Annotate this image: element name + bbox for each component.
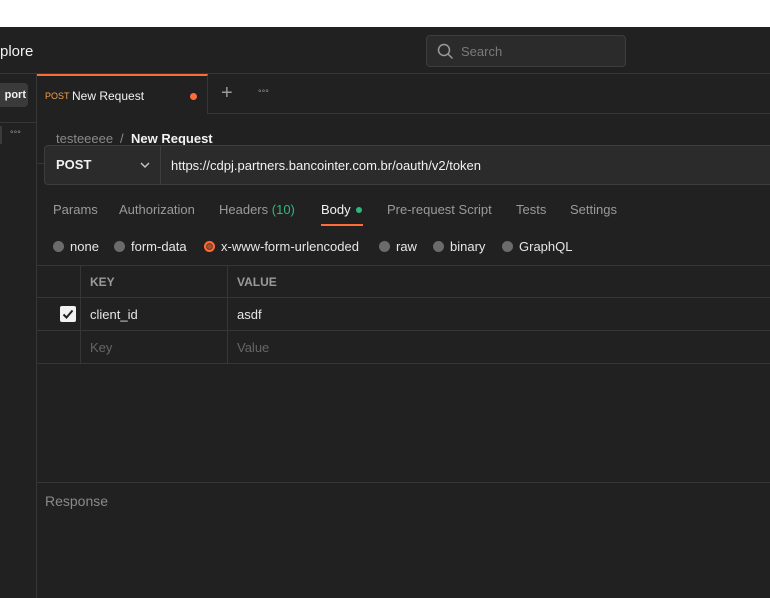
tab-body-label: Body bbox=[321, 202, 351, 217]
table-row: client_id asdf bbox=[37, 298, 770, 331]
header-value-cell: VALUE bbox=[228, 266, 770, 298]
row-check-cell bbox=[37, 298, 81, 330]
key-placeholder: Key bbox=[90, 340, 113, 355]
sidebar-item-indicator bbox=[0, 126, 2, 144]
table-header-row: KEY VALUE bbox=[37, 265, 770, 298]
radio-selected-icon bbox=[204, 241, 215, 252]
url-input[interactable] bbox=[171, 156, 761, 174]
top-header: plore bbox=[0, 27, 770, 74]
radio-raw[interactable]: raw bbox=[379, 239, 417, 254]
search-icon bbox=[437, 43, 453, 59]
radio-graphql-label: GraphQL bbox=[519, 239, 573, 254]
headers-count-badge: (10) bbox=[271, 202, 295, 217]
tab-params[interactable]: Params bbox=[53, 202, 98, 217]
new-key-input[interactable]: Key bbox=[81, 331, 228, 363]
tab-headers[interactable]: Headers (10) bbox=[219, 202, 295, 217]
tab-more-icon[interactable]: °°° bbox=[258, 88, 269, 98]
response-title: Response bbox=[45, 493, 109, 509]
request-tabs: Params Authorization Headers (10) Body P… bbox=[37, 195, 770, 227]
radio-binary-label: binary bbox=[450, 239, 486, 254]
radio-binary-icon bbox=[433, 241, 444, 252]
tab-pre-request-script[interactable]: Pre-request Script bbox=[387, 202, 492, 217]
row-value: asdf bbox=[237, 307, 262, 322]
add-tab-button[interactable]: + bbox=[221, 83, 233, 103]
radio-form-data-label: form-data bbox=[131, 239, 187, 254]
radio-none-icon bbox=[53, 241, 64, 252]
radio-urlencoded[interactable]: x-www-form-urlencoded bbox=[204, 239, 359, 254]
url-bar: POST bbox=[44, 145, 770, 185]
row-key: client_id bbox=[90, 307, 138, 322]
tab-method-label: POST bbox=[45, 91, 70, 101]
tab-tests[interactable]: Tests bbox=[516, 202, 546, 217]
tab-new-request[interactable]: POST New Request bbox=[37, 74, 208, 114]
radio-raw-icon bbox=[379, 241, 390, 252]
header-check-cell bbox=[37, 266, 81, 298]
column-header-value: VALUE bbox=[237, 275, 277, 289]
response-pane: Response bbox=[37, 482, 770, 571]
method-select[interactable]: POST bbox=[45, 146, 161, 184]
radio-form-data[interactable]: form-data bbox=[114, 239, 187, 254]
tab-title: New Request bbox=[72, 89, 145, 103]
breadcrumb-request-name[interactable]: New Request bbox=[131, 131, 213, 146]
breadcrumb-collection[interactable]: testeeeee bbox=[56, 131, 113, 146]
breadcrumb-separator: / bbox=[120, 131, 124, 146]
search-box[interactable] bbox=[426, 35, 626, 67]
value-placeholder: Value bbox=[237, 340, 270, 355]
radio-raw-label: raw bbox=[396, 239, 417, 254]
radio-urlencoded-label: x-www-form-urlencoded bbox=[221, 239, 359, 254]
header-key-cell: KEY bbox=[81, 266, 228, 298]
body-status-dot-icon bbox=[355, 207, 362, 213]
explore-link[interactable]: plore bbox=[0, 43, 33, 60]
radio-graphql-icon bbox=[502, 241, 513, 252]
tab-headers-label: Headers bbox=[219, 202, 269, 217]
column-header-key: KEY bbox=[90, 275, 115, 289]
new-row-check-cell bbox=[37, 331, 81, 363]
row-key-cell[interactable]: client_id bbox=[81, 298, 228, 330]
radio-graphql[interactable]: GraphQL bbox=[502, 239, 572, 254]
enable-row-checkbox[interactable] bbox=[60, 306, 76, 322]
sidebar: port °°° bbox=[0, 74, 37, 598]
import-button[interactable]: port bbox=[0, 83, 28, 107]
search-input[interactable] bbox=[461, 42, 616, 60]
tab-settings[interactable]: Settings bbox=[570, 202, 617, 217]
unsaved-dot-icon[interactable] bbox=[190, 93, 197, 100]
check-icon bbox=[62, 309, 74, 319]
new-value-input[interactable]: Value bbox=[228, 331, 770, 363]
new-row: Key Value bbox=[37, 331, 770, 364]
row-value-cell[interactable]: asdf bbox=[228, 298, 770, 330]
chevron-down-icon bbox=[140, 162, 150, 168]
method-label: POST bbox=[56, 157, 92, 172]
active-tab-underline bbox=[321, 224, 363, 226]
tab-body[interactable]: Body bbox=[321, 202, 362, 217]
tab-authorization[interactable]: Authorization bbox=[119, 202, 195, 217]
request-tab-strip: POST New Request + °°° bbox=[37, 74, 770, 114]
radio-binary[interactable]: binary bbox=[433, 239, 485, 254]
sidebar-more-icon[interactable]: °°° bbox=[10, 129, 21, 139]
radio-none[interactable]: none bbox=[53, 239, 99, 254]
body-type-selector: none form-data x-www-form-urlencoded raw… bbox=[37, 233, 770, 263]
radio-none-label: none bbox=[70, 239, 99, 254]
radio-form-data-icon bbox=[114, 241, 125, 252]
sidebar-divider bbox=[0, 122, 36, 123]
